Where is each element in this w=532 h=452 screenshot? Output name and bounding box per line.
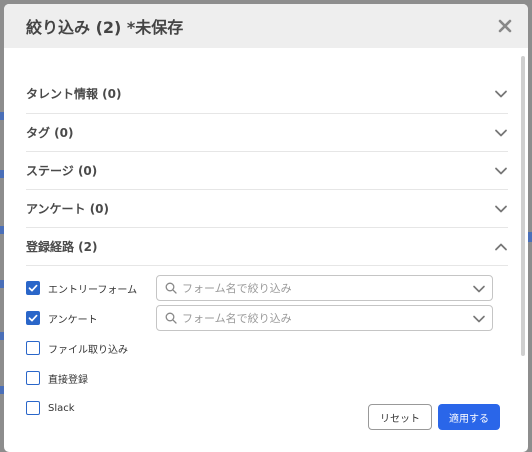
apply-button[interactable]: 適用する xyxy=(438,404,500,430)
section-label: ステージ (0) xyxy=(26,164,98,178)
modal-footer: リセット 適用する xyxy=(368,404,500,430)
survey-checkbox[interactable] xyxy=(26,311,40,325)
section-survey[interactable]: アンケート (0) xyxy=(26,190,508,228)
modal-body: タレント情報 (0) タグ (0) ステージ (0) アンケート (0) 登録経… xyxy=(4,48,528,452)
option-row-file-import: ファイル取り込み xyxy=(26,336,508,360)
entry-form-select[interactable]: フォーム名で絞り込み xyxy=(156,275,493,301)
option-label: 直接登録 xyxy=(48,374,88,386)
background-mark xyxy=(528,232,532,242)
search-icon xyxy=(165,312,177,324)
chevron-down-icon xyxy=(495,90,507,97)
reset-button[interactable]: リセット xyxy=(368,404,432,430)
chevron-down-icon xyxy=(495,205,507,212)
chevron-down-icon xyxy=(495,167,507,174)
section-label: 登録経路 (2) xyxy=(26,240,98,254)
chevron-down-icon xyxy=(473,315,485,323)
section-label: タグ (0) xyxy=(26,126,74,140)
close-icon xyxy=(498,19,512,33)
section-talent-info[interactable]: タレント情報 (0) xyxy=(26,74,508,114)
file-import-checkbox[interactable] xyxy=(26,341,40,355)
option-row-entry-form: エントリーフォーム フォーム名で絞り込み xyxy=(26,275,508,301)
checkmark-icon xyxy=(28,284,38,292)
slack-checkbox[interactable] xyxy=(26,401,40,415)
option-row-survey: アンケート フォーム名で絞り込み xyxy=(26,305,508,331)
section-registration-route[interactable]: 登録経路 (2) xyxy=(26,228,508,266)
scrollbar[interactable] xyxy=(521,56,525,356)
registration-route-options: エントリーフォーム フォーム名で絞り込み アンケート フォーム名で絞り込み ファ… xyxy=(26,266,508,420)
close-button[interactable] xyxy=(494,15,516,37)
search-icon xyxy=(165,282,177,294)
option-label: エントリーフォーム xyxy=(48,284,138,296)
direct-registration-checkbox[interactable] xyxy=(26,371,40,385)
entry-form-checkbox[interactable] xyxy=(26,281,40,295)
chevron-down-icon xyxy=(495,129,507,136)
section-label: タレント情報 (0) xyxy=(26,87,122,101)
select-placeholder: フォーム名で絞り込み xyxy=(182,312,292,325)
checkmark-icon xyxy=(28,314,38,322)
option-row-direct-registration: 直接登録 xyxy=(26,366,508,390)
option-label: アンケート xyxy=(48,314,98,326)
survey-select[interactable]: フォーム名で絞り込み xyxy=(156,305,493,331)
select-placeholder: フォーム名で絞り込み xyxy=(182,282,292,295)
chevron-up-icon xyxy=(495,243,507,250)
section-tags[interactable]: タグ (0) xyxy=(26,114,508,152)
modal-title: 絞り込み (2) *未保存 xyxy=(26,18,184,37)
chevron-down-icon xyxy=(473,285,485,293)
filter-modal: 絞り込み (2) *未保存 タレント情報 (0) タグ (0) ステージ (0)… xyxy=(4,4,528,452)
modal-header: 絞り込み (2) *未保存 xyxy=(4,4,528,48)
section-stage[interactable]: ステージ (0) xyxy=(26,152,508,190)
section-label: アンケート (0) xyxy=(26,202,110,216)
option-label: Slack xyxy=(48,402,75,414)
option-label: ファイル取り込み xyxy=(48,344,128,356)
